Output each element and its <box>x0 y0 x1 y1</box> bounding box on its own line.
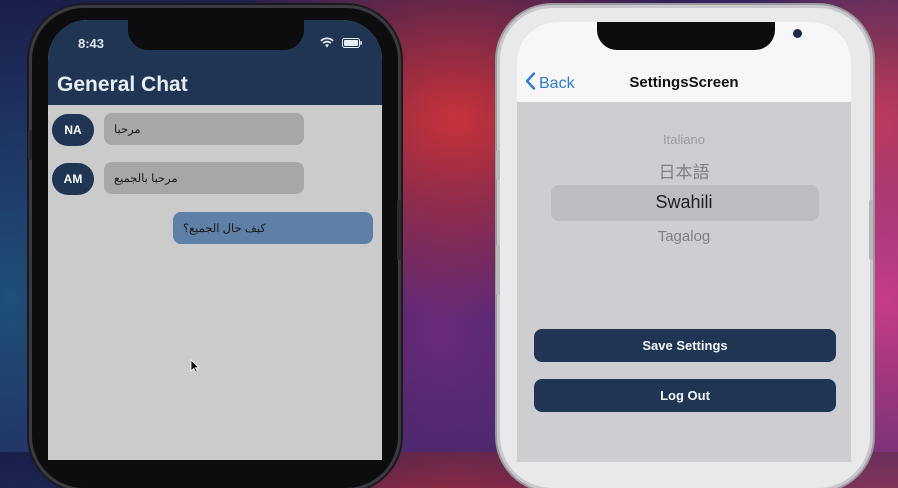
camera-icon <box>793 29 802 38</box>
phone-volume-button <box>496 245 500 295</box>
message-bubble-incoming: مرحبا بالجميع <box>104 162 304 194</box>
phone-volume-button <box>496 150 500 180</box>
status-time: 8:43 <box>78 36 105 51</box>
phone-notch <box>128 20 304 50</box>
message-bubble-incoming: مرحبا <box>104 113 304 145</box>
avatar[interactable]: AM <box>52 163 94 195</box>
nav-title: SettingsScreen <box>629 74 739 91</box>
picker-option[interactable]: Italiano <box>517 132 851 147</box>
wifi-icon <box>320 37 334 48</box>
navigation-bar: Back SettingsScreen <box>517 22 851 102</box>
chat-title: General Chat <box>57 73 188 96</box>
chat-screen: 8:43 General Chat NA مرحبا AM مرحبا بالج… <box>48 20 382 460</box>
picker-option[interactable]: 日本語 <box>517 158 851 183</box>
settings-screen: Back SettingsScreen Italiano 日本語 Swahili… <box>517 22 851 462</box>
mouse-cursor-icon <box>190 359 200 378</box>
picker-option[interactable]: Tagalog <box>517 228 851 245</box>
chat-header: General Chat <box>48 70 382 105</box>
phone-power-button <box>869 200 873 260</box>
save-settings-button[interactable]: Save Settings <box>534 329 836 362</box>
message-row: كيف حال الجميع؟ <box>48 212 382 246</box>
status-bar: 8:43 <box>48 20 382 70</box>
log-out-button[interactable]: Log Out <box>534 379 836 412</box>
battery-icon <box>342 37 362 48</box>
avatar[interactable]: NA <box>52 114 94 146</box>
picker-option-selected[interactable]: Swahili <box>517 192 851 213</box>
phone-volume-button <box>28 130 32 160</box>
status-icons <box>320 37 362 48</box>
message-row: AM مرحبا بالجميع <box>48 162 382 196</box>
message-row: NA مرحبا <box>48 113 382 147</box>
message-bubble-outgoing: كيف حال الجميع؟ <box>173 212 373 244</box>
phone-notch <box>597 22 802 50</box>
phone-power-button <box>397 200 401 260</box>
